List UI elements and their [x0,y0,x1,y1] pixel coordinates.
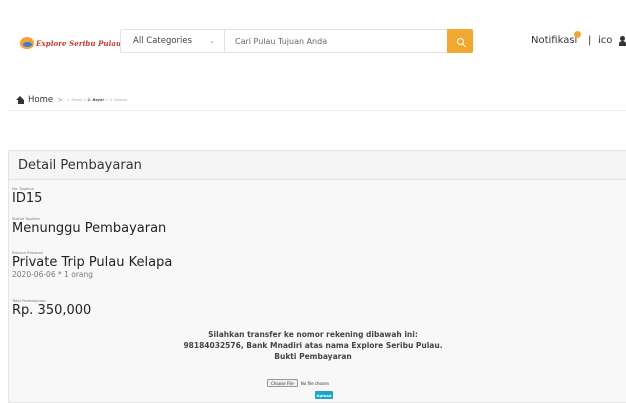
breadcrumb-home[interactable]: Home [28,95,53,105]
step-pesan: 1. Pesan [66,98,83,102]
top-navbar: Explore Seribu Pulau All Categories ⌄ No… [0,0,626,86]
notification-badge [574,31,581,38]
section-divider [8,110,626,111]
choose-file-button[interactable]: Choose File [267,379,298,387]
user-menu-link[interactable]: ico [598,35,612,46]
category-select[interactable]: All Categories ⌄ [121,30,225,52]
step-separator: > [105,98,109,102]
total-field: Total Pembayaran Rp. 350,000 [12,298,91,318]
step-selesai: 3. Selesai [109,98,127,102]
instruction-line-1: Silahkan transfer ke nomor rekening diba… [208,330,418,339]
card-title: Detail Pembayaran [18,157,142,173]
step-bayar: 2. Bayar [87,98,105,102]
status-value: Menunggu Pembayaran [12,221,167,236]
order-field: Rincian Pesanan Private Trip Pulau Kelap… [12,250,172,279]
invoice-number-value: ID15 [12,191,43,206]
total-value: Rp. 350,000 [12,303,92,318]
category-selected-label: All Categories [133,36,193,46]
step-separator: > [83,98,87,102]
breadcrumb-separator: > [57,96,63,104]
search-button[interactable] [447,29,473,53]
search-input[interactable] [225,30,447,52]
notification-link[interactable]: Notifikasi [531,35,577,46]
nav-separator: | [588,35,592,46]
logo-text: Explore Seribu Pulau [36,38,122,48]
breadcrumb-steps: 1. Pesan > 2. Bayar > 3. Selesai [67,98,127,102]
upload-button[interactable]: Upload [315,391,333,399]
instruction-line-2: 98184032576, Bank Mnadiri atas nama Expl… [183,341,443,350]
proof-label: Bukti Pembayaran [274,352,352,361]
file-status: No file chosen [300,380,330,386]
order-detail: 2020-06-06 * 1 orang [12,270,94,279]
search-bar: All Categories ⌄ [120,29,473,53]
site-logo[interactable]: Explore Seribu Pulau [20,37,121,49]
file-input: Choose File No file chosen [267,379,329,387]
logo-mark-icon [20,37,34,49]
chevron-down-icon: ⌄ [209,37,215,45]
invoice-number-field: No. Tagihan ID15 [12,186,42,206]
order-name: Private Trip Pulau Kelapa [12,255,173,270]
status-field: Status Tagihan Menunggu Pembayaran [12,216,166,236]
search-icon [456,37,464,45]
transfer-instructions: Silahkan transfer ke nomor rekening diba… [0,329,626,362]
home-icon[interactable] [16,96,25,104]
breadcrumb: Home > 1. Pesan > 2. Bayar > 3. Selesai [16,95,127,105]
card-header: Detail Pembayaran [9,151,626,180]
user-icon[interactable] [619,36,626,46]
